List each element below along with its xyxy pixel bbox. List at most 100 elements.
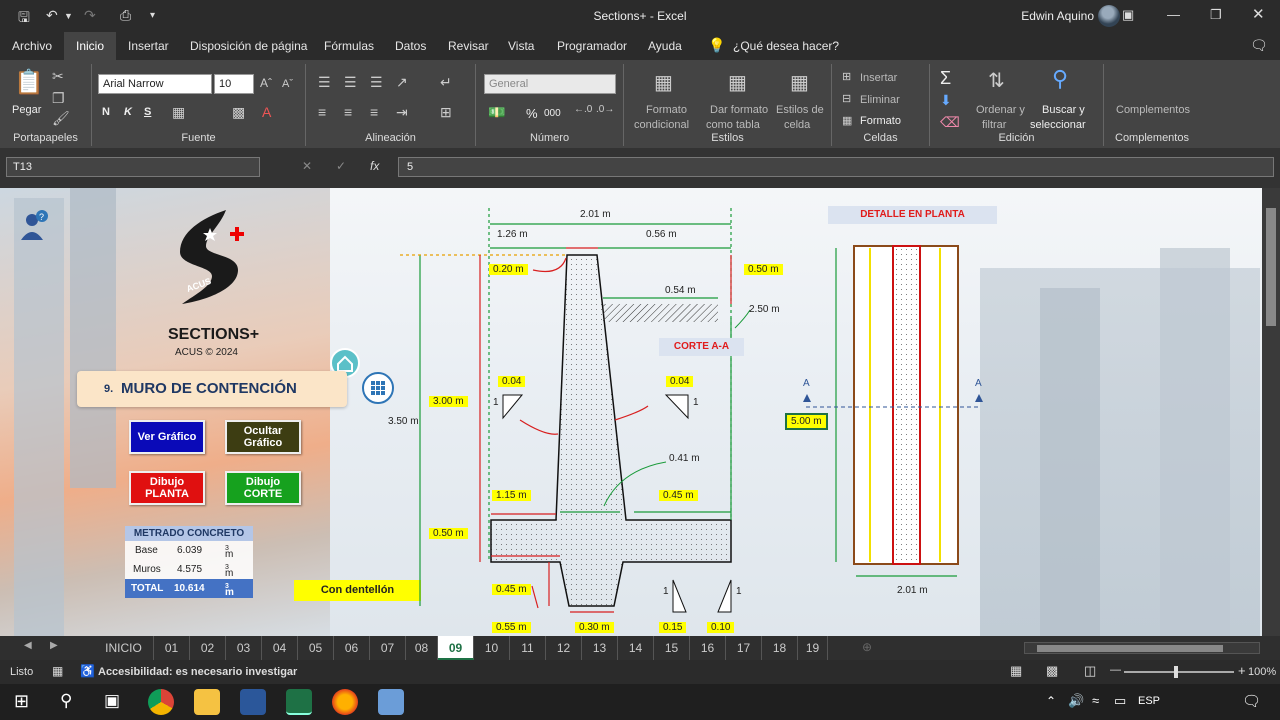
sheet-tab[interactable]: 14 [618,636,654,660]
tab-formulas[interactable]: Fórmulas [324,39,374,53]
tab-revisar[interactable]: Revisar [448,39,489,53]
macro-record-icon[interactable]: ▦ [52,664,63,678]
align-center-icon[interactable]: ≡ [344,104,352,120]
delete-cells-icon[interactable]: ⊟ [842,92,851,105]
format-cells-label[interactable]: Formato [860,115,901,127]
language-indicator[interactable]: ESP [1138,695,1160,707]
sheet-tab[interactable]: 07 [370,636,406,660]
conditional-format-icon[interactable]: ▦ [654,70,673,95]
cond-format-label-1[interactable]: Formato [646,104,687,116]
format-painter-icon[interactable]: 🖌 [52,110,70,127]
sheet-tab[interactable]: 02 [190,636,226,660]
copy-icon[interactable]: ❐ [52,90,65,107]
insert-function-icon[interactable]: fx [370,159,379,173]
insert-cells-icon[interactable]: ⊞ [842,70,851,83]
plan-length-cell[interactable]: 5.00 m [785,413,828,430]
tray-chevron-icon[interactable]: ⌃ [1046,694,1056,708]
horizontal-scrollbar[interactable] [1024,642,1260,654]
wrap-text-icon[interactable]: ↵ [440,74,452,91]
align-left-icon[interactable]: ≡ [318,104,326,120]
find-label-1[interactable]: Buscar y [1042,104,1085,116]
name-box[interactable]: T13 [6,157,260,177]
sheet-tab-active[interactable]: 09 [438,636,474,660]
orientation-icon[interactable]: ↗ [396,74,408,91]
accessibility-status[interactable]: Accesibilidad: es necesario investigar [98,666,297,678]
autosum-icon[interactable]: Σ [940,68,951,89]
normal-view-icon[interactable]: ▦ [1010,663,1022,679]
align-right-icon[interactable]: ≡ [370,104,378,120]
sheet-tab[interactable]: 16 [690,636,726,660]
sheet-tab[interactable]: 12 [546,636,582,660]
maximize-icon[interactable]: ❐ [1210,7,1222,23]
cancel-icon[interactable]: ✕ [302,159,312,173]
sheet-tab[interactable]: 13 [582,636,618,660]
format-table-icon[interactable]: ▦ [728,70,747,95]
horizontal-scrollbar-thumb[interactable] [1037,645,1223,652]
sheet-tab[interactable]: 04 [262,636,298,660]
bold-button[interactable]: N [102,106,110,118]
borders-icon[interactable]: ▦ [172,104,185,121]
file-explorer-icon[interactable] [194,689,220,715]
tab-inicio[interactable]: Inicio [64,32,117,60]
cell-styles-icon[interactable]: ▦ [790,70,809,95]
sheet-tab[interactable]: 10 [474,636,510,660]
italic-button[interactable]: K [124,106,132,118]
tab-vista[interactable]: Vista [508,39,534,53]
wifi-icon[interactable]: ≈ [1092,693,1099,708]
tab-insertar[interactable]: Insertar [128,39,169,53]
volume-icon[interactable]: 🔊 [1068,693,1084,709]
zoom-level[interactable]: 100% [1248,666,1276,678]
firefox-icon[interactable] [332,689,358,715]
tab-scroll-left-icon[interactable]: ◀ [24,640,32,651]
zoom-slider[interactable] [1124,666,1234,678]
search-icon[interactable]: ⚲ [60,691,72,711]
sheet-tab[interactable]: 08 [406,636,438,660]
tab-ayuda[interactable]: Ayuda [648,39,682,53]
cond-format-label-2[interactable]: condicional [634,119,689,131]
sheet-tab[interactable]: 01 [154,636,190,660]
tab-archivo[interactable]: Archivo [12,39,52,53]
increase-decimal-icon[interactable]: ←.0 [574,104,592,115]
percent-button[interactable]: % [526,106,538,121]
find-select-icon[interactable]: ⚲ [1052,66,1068,92]
align-bottom-icon[interactable]: ☰ [370,74,383,91]
tab-disposicion[interactable]: Disposición de página [190,39,307,53]
enter-icon[interactable]: ✓ [336,159,346,173]
sheet-tab[interactable]: 06 [334,636,370,660]
zoom-slider-thumb[interactable] [1174,666,1178,678]
add-sheet-icon[interactable]: ⊕ [862,640,872,654]
clear-icon[interactable]: ⌫ [940,114,960,131]
merge-center-icon[interactable]: ⊞ [440,104,452,121]
font-name-select[interactable]: Arial Narrow [98,74,212,94]
align-top-icon[interactable]: ☰ [318,74,331,91]
paste-label[interactable]: Pegar [12,104,41,116]
indent-icon[interactable]: ⇥ [396,104,408,121]
battery-icon[interactable]: ▭ [1114,693,1126,709]
tab-programador[interactable]: Programador [557,39,627,53]
shrink-font-icon[interactable]: Aˇ [282,78,293,90]
insert-cells-label[interactable]: Insertar [860,72,897,84]
sheet-tab[interactable]: 11 [510,636,546,660]
ribbon-display-icon[interactable]: ▣ [1122,7,1134,23]
sheet-tab[interactable]: INICIO [94,636,154,660]
cell-styles-label-1[interactable]: Estilos de [776,104,824,116]
grow-font-icon[interactable]: Aˆ [260,76,272,90]
currency-icon[interactable]: 💵 [488,104,505,121]
page-break-icon[interactable]: ◫ [1084,663,1096,679]
excel-icon[interactable] [286,689,312,715]
sheet-tab[interactable]: 19 [798,636,828,660]
fill-color-icon[interactable]: ▩ [232,104,245,121]
paint-icon[interactable] [378,689,404,715]
sort-label-2[interactable]: filtrar [982,119,1006,131]
thousands-button[interactable]: 000 [544,108,561,119]
vertical-scrollbar[interactable] [1262,188,1280,636]
underline-button[interactable]: S [144,106,151,118]
worksheet[interactable]: ? ACUS SECTIONS+ ACUS © 2024 9. MURO DE … [0,188,1262,636]
accessibility-icon[interactable]: ♿ [80,664,95,678]
user-name[interactable]: Edwin Aquino [1021,9,1094,23]
sheet-tab[interactable]: 03 [226,636,262,660]
tab-scroll-right-icon[interactable]: ▶ [50,640,58,651]
cut-icon[interactable]: ✂ [52,68,64,85]
format-table-label-1[interactable]: Dar formato [710,104,768,116]
task-view-icon[interactable]: ▣ [104,691,120,711]
